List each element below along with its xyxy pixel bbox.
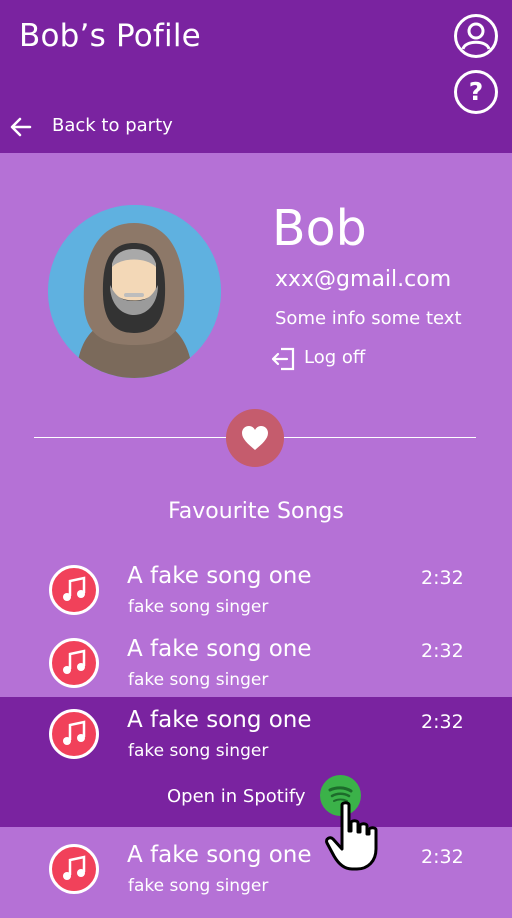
avatar-image xyxy=(48,205,221,378)
page-title: Bob’s Pofile xyxy=(19,18,201,54)
avatar xyxy=(48,205,221,378)
profile-info: Some info some text xyxy=(275,308,462,329)
song-title: A fake song one xyxy=(127,563,312,589)
song-title: A fake song one xyxy=(127,842,312,868)
divider-left xyxy=(34,437,230,438)
song-artist: fake song singer xyxy=(128,597,269,617)
song-title: A fake song one xyxy=(127,636,312,662)
music-note-icon xyxy=(49,565,99,615)
header-bar: Bob’s Pofile ? Back to party xyxy=(0,0,512,153)
song-artist: fake song singer xyxy=(128,876,269,896)
song-list-item[interactable]: A fake song one fake song singer 2:32 xyxy=(0,827,512,918)
song-title: A fake song one xyxy=(127,707,312,733)
heart-badge xyxy=(226,409,284,467)
note-glyph xyxy=(63,855,86,880)
song-list-item-expanded[interactable]: A fake song one fake song singer 2:32 Op… xyxy=(0,697,512,871)
user-profile-icon[interactable] xyxy=(454,14,498,58)
song-list-item[interactable]: A fake song one fake song singer 2:32 xyxy=(0,627,512,697)
song-list-item[interactable]: A fake song one fake song singer 2:32 xyxy=(0,555,512,627)
back-label: Back to party xyxy=(52,115,173,136)
arrow-left-icon xyxy=(10,117,32,137)
user-icon xyxy=(461,22,491,50)
music-note-icon xyxy=(49,709,99,759)
music-note-icon xyxy=(49,638,99,688)
help-icon: ? xyxy=(468,77,484,106)
song-duration: 2:32 xyxy=(421,846,464,868)
note-glyph xyxy=(63,649,86,674)
song-duration: 2:32 xyxy=(421,640,464,662)
heart-icon xyxy=(242,426,268,450)
open-in-spotify-label[interactable]: Open in Spotify xyxy=(167,786,306,807)
profile-name: Bob xyxy=(272,200,367,257)
song-artist: fake song singer xyxy=(128,741,269,761)
note-glyph xyxy=(63,720,86,745)
favourite-songs-title: Favourite Songs xyxy=(168,499,344,524)
divider-right xyxy=(282,437,476,438)
logout-icon xyxy=(271,347,295,371)
music-note-icon xyxy=(49,844,99,894)
profile-email: xxx@gmail.com xyxy=(275,267,452,292)
song-duration: 2:32 xyxy=(421,711,464,733)
song-artist: fake song singer xyxy=(128,670,269,690)
note-glyph xyxy=(63,576,86,601)
help-button[interactable]: ? xyxy=(454,70,498,114)
log-off-label: Log off xyxy=(304,347,366,368)
song-duration: 2:32 xyxy=(421,567,464,589)
